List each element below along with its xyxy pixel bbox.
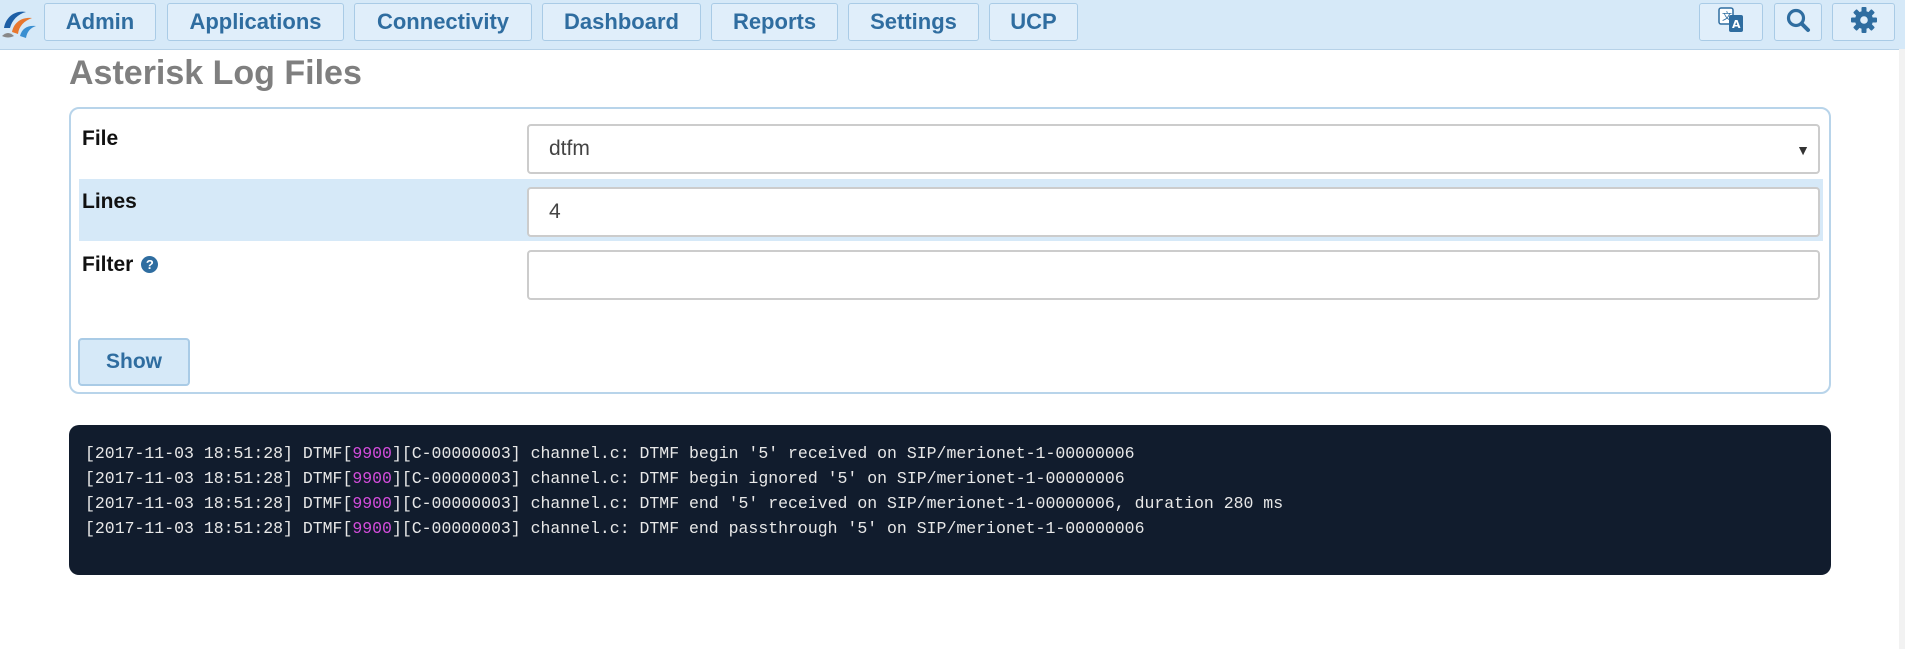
lines-label: Lines xyxy=(82,190,137,213)
language-button[interactable]: 文 A xyxy=(1699,3,1763,41)
nav-dashboard[interactable]: Dashboard xyxy=(542,3,701,41)
freepbx-logo-icon[interactable] xyxy=(0,6,38,42)
log-output: [2017-11-03 18:51:28] DTMF[9900][C-00000… xyxy=(69,425,1831,575)
nav-settings[interactable]: Settings xyxy=(848,3,979,41)
log-line: [2017-11-03 18:51:28] DTMF[9900][C-00000… xyxy=(85,494,1284,513)
page-title: Asterisk Log Files xyxy=(69,54,362,92)
search-icon xyxy=(1785,7,1811,38)
help-icon[interactable]: ? xyxy=(141,256,159,273)
nav-ucp[interactable]: UCP xyxy=(989,3,1078,41)
nav-reports[interactable]: Reports xyxy=(711,3,838,41)
nav-applications[interactable]: Applications xyxy=(167,3,344,41)
svg-text:A: A xyxy=(1732,18,1741,31)
log-line: [2017-11-03 18:51:28] DTMF[9900][C-00000… xyxy=(85,519,1145,538)
nav-connectivity[interactable]: Connectivity xyxy=(354,3,532,41)
log-line: [2017-11-03 18:51:28] DTMF[9900][C-00000… xyxy=(85,469,1125,488)
lines-input-value: 4 xyxy=(549,200,561,223)
show-button[interactable]: Show xyxy=(78,338,190,386)
filter-label: Filter? xyxy=(82,253,159,277)
page-scroll-edge xyxy=(1899,49,1905,649)
filter-label-text: Filter xyxy=(82,253,134,276)
file-select[interactable]: dtfm ▼ xyxy=(527,124,1820,174)
gear-icon xyxy=(1850,6,1878,39)
file-select-value: dtfm xyxy=(549,137,590,160)
nav-admin[interactable]: Admin xyxy=(44,3,156,41)
filter-input[interactable] xyxy=(527,250,1820,300)
file-label: File xyxy=(82,127,119,150)
top-nav-bar: Admin Applications Connectivity Dashboar… xyxy=(0,0,1905,50)
translate-icon: 文 A xyxy=(1717,6,1745,39)
dropdown-arrow-icon: ▼ xyxy=(1796,142,1810,158)
settings-button[interactable] xyxy=(1832,3,1895,41)
log-line: [2017-11-03 18:51:28] DTMF[9900][C-00000… xyxy=(85,444,1135,463)
lines-input[interactable]: 4 xyxy=(527,187,1820,237)
search-button[interactable] xyxy=(1774,3,1822,41)
